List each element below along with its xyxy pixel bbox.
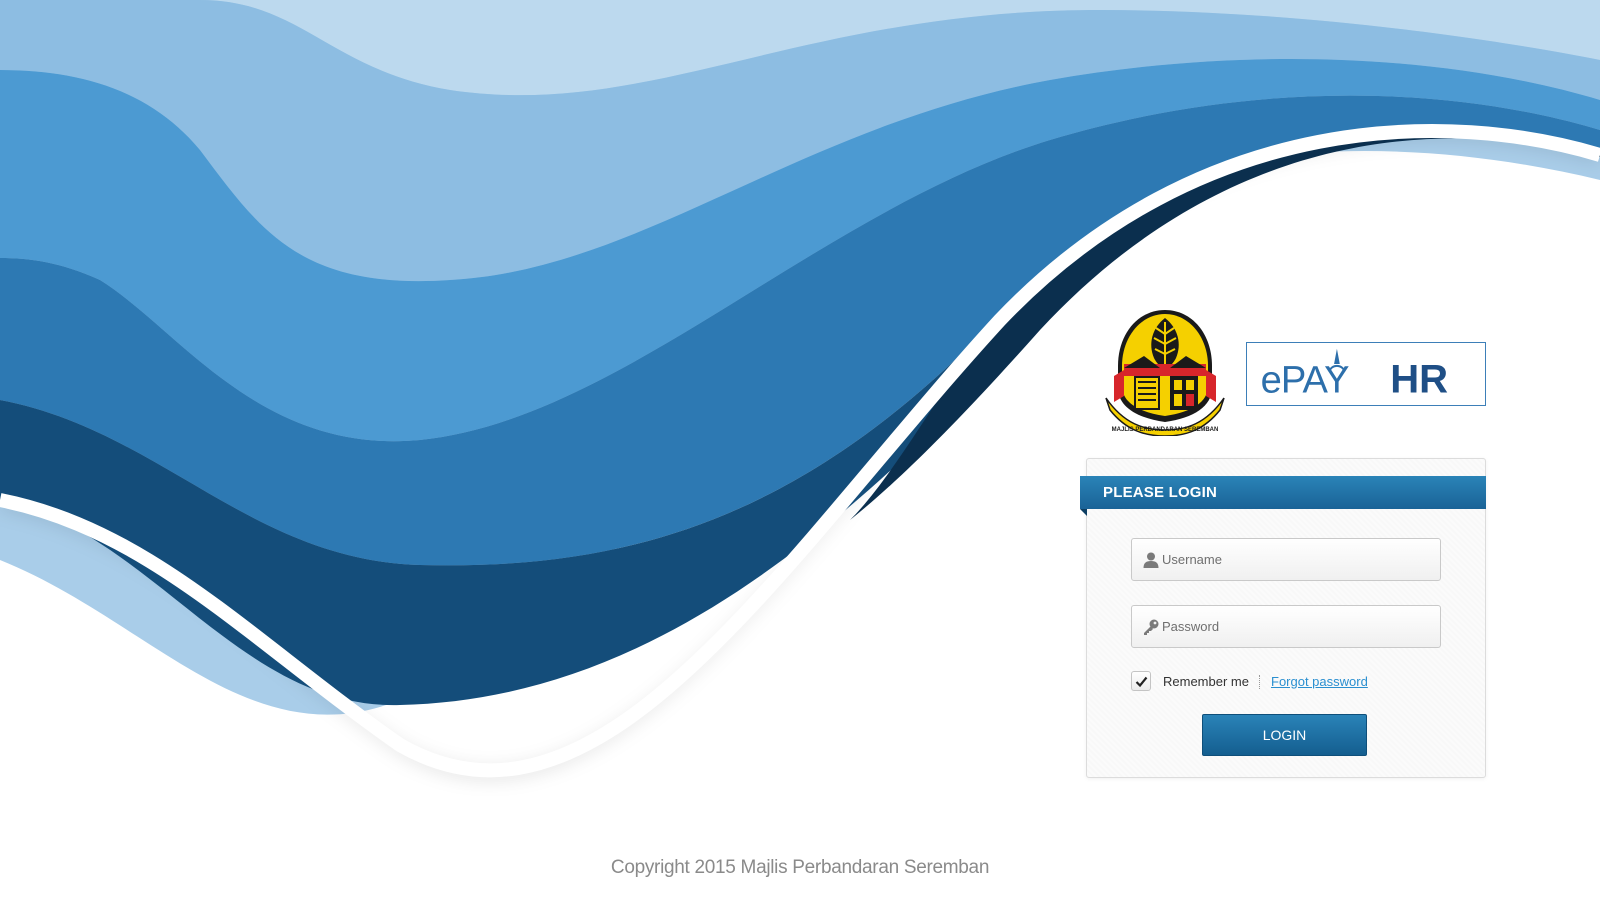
council-crest-logo: MAJLIS PERBANDARAN SEREMBAN: [1105, 310, 1225, 436]
separator: [1259, 675, 1260, 689]
password-field[interactable]: [1131, 605, 1441, 648]
header-ribbon-fold: [1080, 509, 1087, 516]
forgot-password-link[interactable]: Forgot password: [1271, 674, 1368, 689]
crest-ribbon-text: MAJLIS PERBANDARAN SEREMBAN: [1112, 427, 1219, 433]
epay-hr-logo: ePAY HR: [1246, 342, 1486, 406]
remember-row: Remember me Forgot password: [1131, 670, 1451, 694]
login-page: MAJLIS PERBANDARAN SEREMBAN ePAY HR PLEA…: [0, 0, 1600, 900]
username-input[interactable]: [1162, 539, 1432, 580]
login-panel-title: PLEASE LOGIN: [1080, 476, 1486, 509]
user-icon: [1142, 551, 1160, 569]
password-input[interactable]: [1162, 606, 1432, 647]
remember-me-label[interactable]: Remember me: [1163, 674, 1249, 689]
login-button[interactable]: LOGIN: [1202, 714, 1367, 756]
copyright-text: Copyright 2015 Majlis Perbandaran Seremb…: [610, 857, 990, 878]
checkmark-icon: [1135, 676, 1148, 688]
logo-area: MAJLIS PERBANDARAN SEREMBAN ePAY HR: [1104, 306, 1486, 436]
key-icon: [1142, 618, 1160, 636]
remember-me-checkbox[interactable]: [1131, 671, 1151, 691]
username-field[interactable]: [1131, 538, 1441, 581]
login-panel: PLEASE LOGIN Username Remember me Forgot…: [1080, 458, 1486, 778]
epay-logo-text: ePAY: [1261, 359, 1350, 402]
hr-logo-text: HR: [1390, 358, 1448, 402]
